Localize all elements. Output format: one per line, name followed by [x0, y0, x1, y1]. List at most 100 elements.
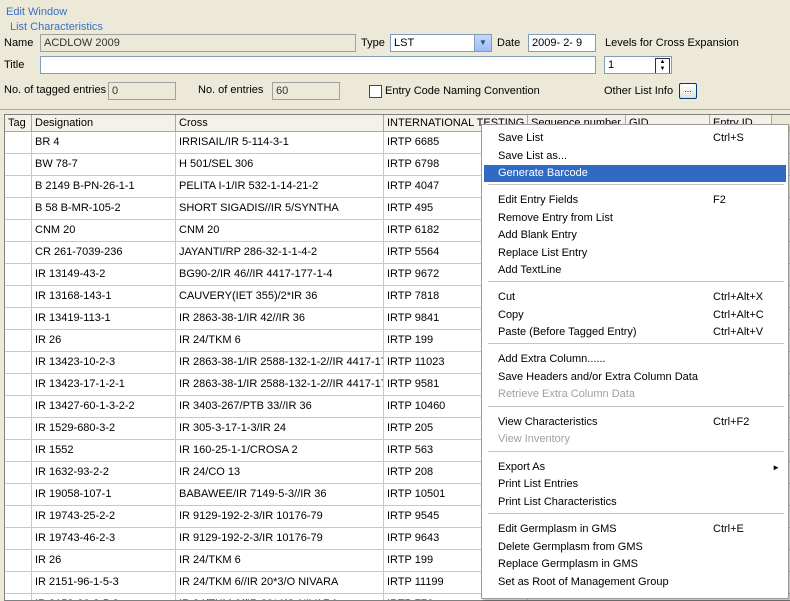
- menu-item-delete-germplasm-from-gms[interactable]: Delete Germplasm from GMS: [484, 539, 786, 556]
- cell-tag[interactable]: [5, 440, 32, 461]
- cell-cross[interactable]: IR 2863-38-1/IR 42//IR 36: [176, 308, 384, 329]
- cell-tag[interactable]: [5, 264, 32, 285]
- menu-item-view-characteristics[interactable]: View Characteristics Ctrl+F2: [484, 414, 786, 431]
- cell-designation[interactable]: IR 13168-143-1: [32, 286, 176, 307]
- cell-designation[interactable]: B 58 B-MR-105-2: [32, 198, 176, 219]
- cell-designation[interactable]: IR 1529-680-3-2: [32, 418, 176, 439]
- cell-cross[interactable]: IR 3403-267/PTB 33//IR 36: [176, 396, 384, 417]
- cell-cross[interactable]: IRRISAIL/IR 5-114-3-1: [176, 132, 384, 153]
- menu-item-replace-germplasm-in-gms[interactable]: Replace Germplasm in GMS: [484, 556, 786, 573]
- cell-tag[interactable]: [5, 198, 32, 219]
- cell-designation[interactable]: IR 1632-93-2-2: [32, 462, 176, 483]
- cell-cross[interactable]: SHORT SIGADIS//IR 5/SYNTHA: [176, 198, 384, 219]
- cell-tag[interactable]: [5, 220, 32, 241]
- cell-designation[interactable]: IR 2153-26-3-5-2: [32, 594, 176, 600]
- menu-item-save-headers-and-or-extra-column-data[interactable]: Save Headers and/or Extra Column Data: [484, 369, 786, 386]
- cell-cross[interactable]: IR 9129-192-2-3/IR 10176-79: [176, 528, 384, 549]
- cell-cross[interactable]: BABAWEE/IR 7149-5-3//IR 36: [176, 484, 384, 505]
- cell-designation[interactable]: B 2149 B-PN-26-1-1: [32, 176, 176, 197]
- date-field[interactable]: 2009- 2- 9: [528, 34, 596, 52]
- cell-tag[interactable]: [5, 154, 32, 175]
- cell-cross[interactable]: IR 160-25-1-1/CROSA 2: [176, 440, 384, 461]
- cell-designation[interactable]: IR 26: [32, 550, 176, 571]
- cell-designation[interactable]: BR 4: [32, 132, 176, 153]
- cell-designation[interactable]: BW 78-7: [32, 154, 176, 175]
- menu-item-print-list-entries[interactable]: Print List Entries: [484, 476, 786, 493]
- cell-tag[interactable]: [5, 528, 32, 549]
- cell-tag[interactable]: [5, 462, 32, 483]
- cell-designation[interactable]: IR 19743-46-2-3: [32, 528, 176, 549]
- menu-item-add-blank-entry[interactable]: Add Blank Entry: [484, 227, 786, 244]
- cell-designation[interactable]: IR 26: [32, 330, 176, 351]
- cell-tag[interactable]: [5, 550, 32, 571]
- cell-tag[interactable]: [5, 352, 32, 373]
- menu-item-cut[interactable]: Cut Ctrl+Alt+X: [484, 289, 786, 306]
- cell-tag[interactable]: [5, 132, 32, 153]
- cell-designation[interactable]: IR 13419-113-1: [32, 308, 176, 329]
- chevron-down-icon[interactable]: ▼: [474, 35, 491, 51]
- cell-designation[interactable]: IR 2151-96-1-5-3: [32, 572, 176, 593]
- cell-designation[interactable]: IR 19743-25-2-2: [32, 506, 176, 527]
- menu-item-copy[interactable]: Copy Ctrl+Alt+C: [484, 307, 786, 324]
- cell-tag[interactable]: [5, 286, 32, 307]
- other-info-button[interactable]: ...: [679, 83, 697, 99]
- cell-cross[interactable]: H 501/SEL 306: [176, 154, 384, 175]
- menu-item-print-list-characteristics[interactable]: Print List Characteristics: [484, 494, 786, 511]
- cell-cross[interactable]: IR 9129-192-2-3/IR 10176-79: [176, 506, 384, 527]
- menu-item-generate-barcode[interactable]: Generate Barcode: [484, 165, 786, 182]
- cell-cross[interactable]: IR 24/TKM 6//IR 20*3/O NIVARA: [176, 572, 384, 593]
- menu-item-remove-entry-from-list[interactable]: Remove Entry from List: [484, 210, 786, 227]
- menu-item-add-textline[interactable]: Add TextLine: [484, 262, 786, 279]
- header-tag[interactable]: Tag: [5, 115, 32, 132]
- header-cross[interactable]: Cross: [176, 115, 384, 132]
- cell-designation[interactable]: IR 13423-10-2-3: [32, 352, 176, 373]
- cell-tag[interactable]: [5, 484, 32, 505]
- cell-tag[interactable]: [5, 418, 32, 439]
- menu-item-set-as-root-of-management-group[interactable]: Set as Root of Management Group: [484, 574, 786, 591]
- cell-cross[interactable]: IR 305-3-17-1-3/IR 24: [176, 418, 384, 439]
- cell-tag[interactable]: [5, 176, 32, 197]
- cell-designation[interactable]: CNM 20: [32, 220, 176, 241]
- menu-item-replace-list-entry[interactable]: Replace List Entry: [484, 245, 786, 262]
- header-designation[interactable]: Designation: [32, 115, 176, 132]
- naming-convention-checkbox[interactable]: [369, 85, 382, 98]
- cell-cross[interactable]: CNM 20: [176, 220, 384, 241]
- cell-tag[interactable]: [5, 396, 32, 417]
- cell-tag[interactable]: [5, 308, 32, 329]
- cell-tag[interactable]: [5, 330, 32, 351]
- type-select[interactable]: LST ▼: [390, 34, 492, 52]
- cell-designation[interactable]: IR 13423-17-1-2-1: [32, 374, 176, 395]
- spinner-icon[interactable]: ▲ ▼: [655, 58, 670, 73]
- name-field[interactable]: ACDLOW 2009: [40, 34, 356, 52]
- cell-cross[interactable]: IR 24/TKM 6: [176, 550, 384, 571]
- title-field[interactable]: [40, 56, 596, 74]
- menu-item-export-as[interactable]: Export As ►: [484, 459, 786, 476]
- cell-cross[interactable]: BG90-2/IR 46//IR 4417-177-1-4: [176, 264, 384, 285]
- levels-stepper[interactable]: 1 ▲ ▼: [604, 56, 672, 74]
- cell-designation[interactable]: IR 1552: [32, 440, 176, 461]
- menu-item-save-list[interactable]: Save List Ctrl+S: [484, 130, 786, 147]
- cell-cross[interactable]: IR 24/TKM 6//IR 20*4/O NIVARA: [176, 594, 384, 600]
- menu-item-edit-entry-fields[interactable]: Edit Entry Fields F2: [484, 192, 786, 209]
- menu-separator: [488, 343, 784, 344]
- cell-designation[interactable]: CR 261-7039-236: [32, 242, 176, 263]
- cell-cross[interactable]: PELITA I-1/IR 532-1-14-21-2: [176, 176, 384, 197]
- cell-tag[interactable]: [5, 594, 32, 600]
- cell-cross[interactable]: JAYANTI/RP 286-32-1-1-4-2: [176, 242, 384, 263]
- cell-tag[interactable]: [5, 374, 32, 395]
- menu-item-paste-before-tagged-entry[interactable]: Paste (Before Tagged Entry) Ctrl+Alt+V: [484, 324, 786, 341]
- menu-item-edit-germplasm-in-gms[interactable]: Edit Germplasm in GMS Ctrl+E: [484, 521, 786, 538]
- cell-cross[interactable]: IR 24/TKM 6: [176, 330, 384, 351]
- cell-tag[interactable]: [5, 506, 32, 527]
- cell-tag[interactable]: [5, 572, 32, 593]
- menu-item-save-list-as[interactable]: Save List as...: [484, 148, 786, 165]
- menu-item-add-extra-column[interactable]: Add Extra Column......: [484, 351, 786, 368]
- cell-designation[interactable]: IR 13427-60-1-3-2-2: [32, 396, 176, 417]
- cell-designation[interactable]: IR 13149-43-2: [32, 264, 176, 285]
- cell-cross[interactable]: IR 24/CO 13: [176, 462, 384, 483]
- cell-cross[interactable]: IR 2863-38-1/IR 2588-132-1-2//IR 4417-17…: [176, 374, 384, 395]
- cell-tag[interactable]: [5, 242, 32, 263]
- cell-designation[interactable]: IR 19058-107-1: [32, 484, 176, 505]
- cell-cross[interactable]: CAUVERY(IET 355)/2*IR 36: [176, 286, 384, 307]
- cell-cross[interactable]: IR 2863-38-1/IR 2588-132-1-2//IR 4417-17…: [176, 352, 384, 373]
